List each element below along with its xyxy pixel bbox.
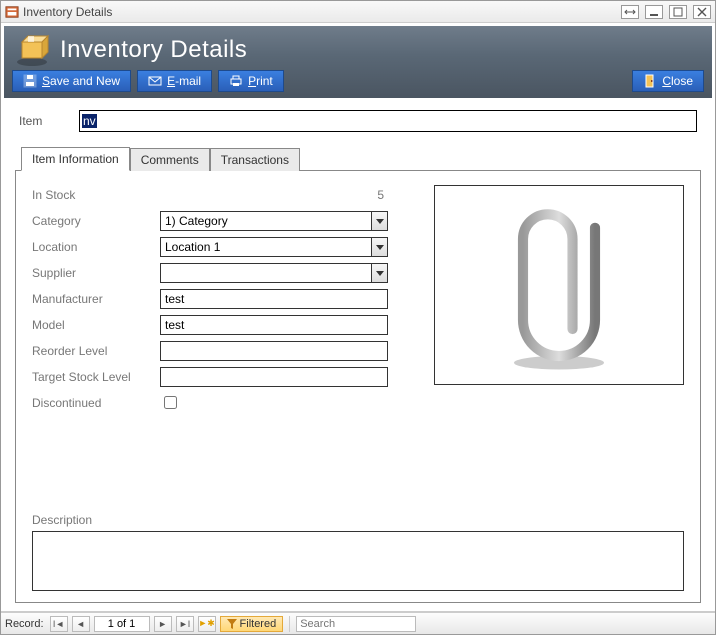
email-button[interactable]: E-mail <box>137 70 212 92</box>
print-icon <box>229 74 243 88</box>
description-label: Description <box>32 513 684 527</box>
location-dropdown-button[interactable] <box>372 237 388 257</box>
nav-prev-button[interactable]: ◄ <box>72 616 90 632</box>
tab-transactions[interactable]: Transactions <box>210 148 300 171</box>
email-icon <box>148 74 162 88</box>
record-label: Record: <box>5 618 44 630</box>
inventory-logo-icon <box>14 32 50 68</box>
item-input-field[interactable] <box>97 113 694 129</box>
location-label: Location <box>32 240 160 254</box>
in-stock-value <box>160 185 388 205</box>
attachment-image-box[interactable] <box>434 185 684 385</box>
category-combo[interactable] <box>160 211 388 231</box>
description-textarea[interactable] <box>32 531 684 591</box>
discontinued-label: Discontinued <box>32 396 160 410</box>
print-button[interactable]: Print <box>218 70 284 92</box>
supplier-input[interactable] <box>160 263 372 283</box>
restore-button[interactable] <box>669 5 687 19</box>
target-stock-label: Target Stock Level <box>32 370 160 384</box>
close-window-button[interactable] <box>693 5 711 19</box>
window: Inventory Details <box>0 0 716 635</box>
tabs-area: Item Information Comments Transactions I… <box>15 146 701 603</box>
tab-item-information[interactable]: Item Information <box>21 147 130 171</box>
minimize-button[interactable] <box>645 5 663 19</box>
window-title: Inventory Details <box>23 5 112 19</box>
category-dropdown-button[interactable] <box>372 211 388 231</box>
category-label: Category <box>32 214 160 228</box>
window-resize-icon[interactable] <box>621 5 639 19</box>
target-stock-input[interactable] <box>160 367 388 387</box>
manufacturer-input[interactable] <box>160 289 388 309</box>
tabstrip: Item Information Comments Transactions <box>15 146 701 170</box>
save-icon <box>23 74 37 88</box>
header-band: Inventory Details Save and New E-mail Pr… <box>4 26 712 98</box>
item-input[interactable]: nv <box>79 110 697 132</box>
save-and-new-button[interactable]: Save and New <box>12 70 131 92</box>
funnel-icon <box>227 619 237 629</box>
titlebar: Inventory Details <box>1 1 715 23</box>
supplier-label: Supplier <box>32 266 160 280</box>
in-stock-label: In Stock <box>32 188 160 202</box>
model-input[interactable] <box>160 315 388 335</box>
tab-comments[interactable]: Comments <box>130 148 210 171</box>
reorder-level-input[interactable] <box>160 341 388 361</box>
app-icon <box>5 5 19 19</box>
close-button[interactable]: Close <box>632 70 704 92</box>
door-icon <box>643 74 657 88</box>
supplier-combo[interactable] <box>160 263 388 283</box>
nav-new-button[interactable]: ►✱ <box>198 616 216 632</box>
toolbar: Save and New E-mail Print Close <box>12 70 704 92</box>
tab-panel-item-information: In Stock Category Location <box>15 170 701 603</box>
discontinued-checkbox[interactable] <box>164 396 177 409</box>
record-navigator: Record: I◄ ◄ ► ►I ►✱ Filtered <box>1 612 715 634</box>
search-input[interactable] <box>296 616 416 632</box>
location-combo[interactable] <box>160 237 388 257</box>
manufacturer-label: Manufacturer <box>32 292 160 306</box>
nav-last-button[interactable]: ►I <box>176 616 194 632</box>
model-label: Model <box>32 318 160 332</box>
nav-first-button[interactable]: I◄ <box>50 616 68 632</box>
item-label: Item <box>19 114 59 128</box>
supplier-dropdown-button[interactable] <box>372 263 388 283</box>
location-input[interactable] <box>160 237 372 257</box>
category-input[interactable] <box>160 211 372 231</box>
filter-indicator[interactable]: Filtered <box>220 616 284 632</box>
record-position[interactable] <box>94 616 150 632</box>
reorder-level-label: Reorder Level <box>32 344 160 358</box>
nav-next-button[interactable]: ► <box>154 616 172 632</box>
item-row: Item nv <box>1 98 715 138</box>
paperclip-icon <box>499 194 619 377</box>
page-title: Inventory Details <box>60 36 247 64</box>
